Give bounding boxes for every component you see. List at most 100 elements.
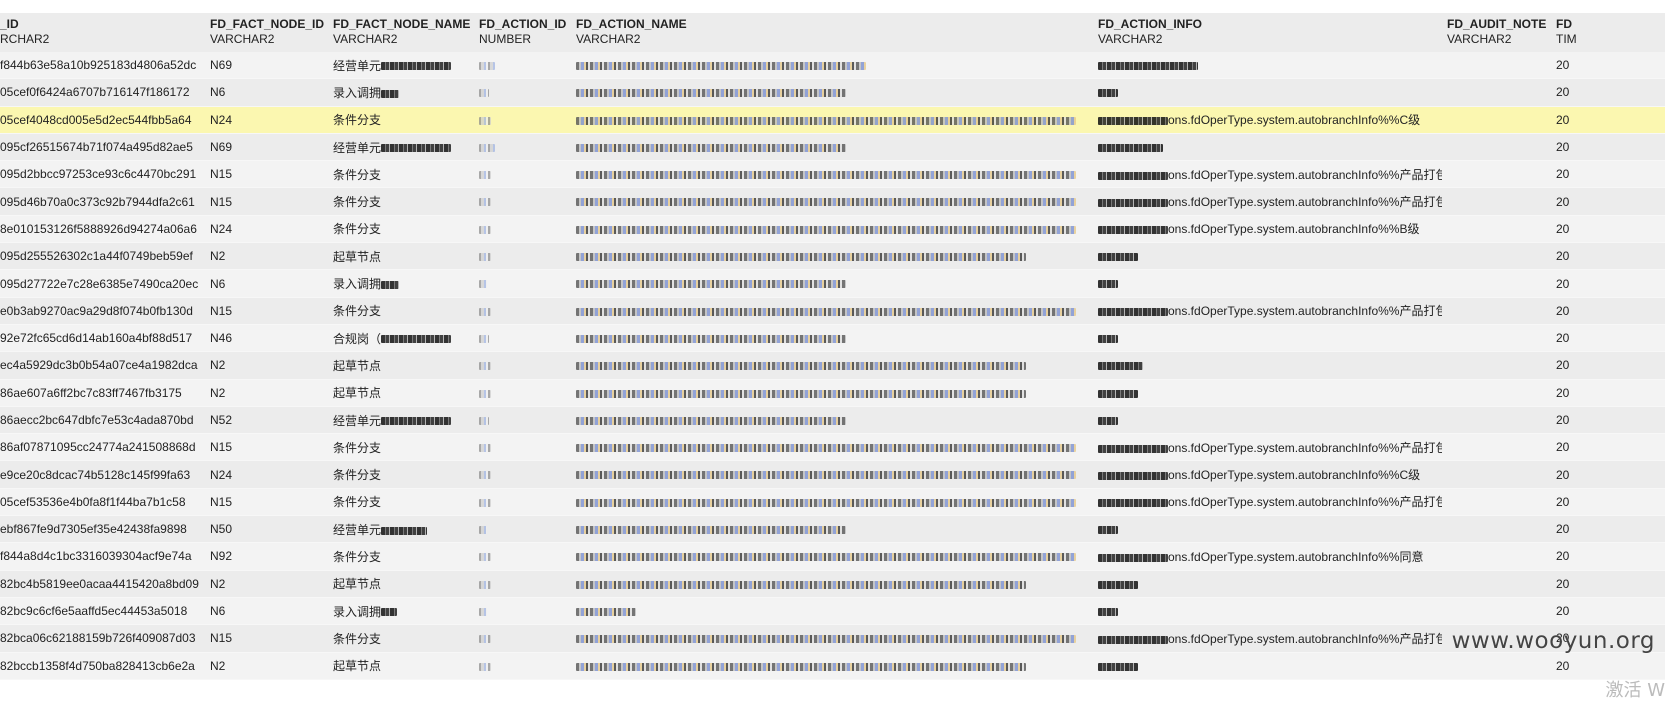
- cell-fact-node-name: 条件分支: [328, 460, 474, 489]
- column-header-fact-node-id[interactable]: FD_FACT_NODE_ID VARCHAR2: [205, 13, 328, 52]
- redacted-content: [576, 526, 846, 535]
- cell-fact-node-id: N15: [205, 160, 328, 189]
- cell-time: 20: [1551, 297, 1665, 325]
- cell-time: 20: [1551, 597, 1665, 626]
- column-header-fact-node-name[interactable]: FD_FACT_NODE_NAME VARCHAR2: [328, 13, 474, 52]
- cell-action-info-text: ons.fdOperType.system.autobranchInfo%%C级: [1168, 113, 1421, 128]
- redacted-content: [576, 143, 846, 152]
- cell-id-text: 86aecc2bc647dbfc7e53c4ada870bd: [0, 413, 194, 427]
- cell-time-text: 20: [1556, 358, 1570, 373]
- redacted-content: [381, 526, 428, 535]
- cell-fact-node-id-text: N2: [210, 658, 226, 673]
- cell-fact-node-name-text: 录入调拥: [333, 277, 382, 292]
- cell-id: 095d46b70a0c373c92b7944dfa2c61: [0, 187, 205, 216]
- cell-id-text: 8e010153126f5888926d94274a06a6: [0, 221, 197, 236]
- redacted-content: [1098, 553, 1168, 562]
- cell-fact-node-id: N92: [205, 542, 328, 571]
- cell-fact-node-name: 起草节点: [328, 570, 474, 598]
- table-row[interactable]: f844b63e58a10b925183d4806a52dc N69 经营单元 20: [0, 52, 1665, 80]
- cell-fact-node-name-text: 经营单元: [333, 140, 382, 155]
- table-row[interactable]: 095cf26515674b71f074a495d82ae5 N69 经营单元 20: [0, 133, 1665, 162]
- cell-fact-node-id: N52: [205, 406, 328, 435]
- column-header-action-name[interactable]: FD_ACTION_NAME VARCHAR2: [571, 13, 1093, 52]
- table-row[interactable]: ebf867fe9d7305ef35e42438fa9898 N50 经营单元 20: [0, 515, 1665, 544]
- cell-audit-note: [1442, 515, 1551, 544]
- redacted-content: [1098, 389, 1138, 398]
- cell-time-text: 20: [1556, 440, 1570, 455]
- redacted-content: [1098, 416, 1118, 425]
- redacted-content: [1098, 280, 1118, 289]
- cell-action-id: [474, 242, 571, 271]
- table-row[interactable]: 095d27722e7c28e6385e7490ca20ec N6 录入调拥 20: [0, 269, 1665, 298]
- cell-fact-node-name: 录入调拥: [328, 597, 474, 626]
- column-header-action-id[interactable]: FD_ACTION_ID NUMBER: [474, 13, 571, 52]
- table-row[interactable]: 8e010153126f5888926d94274a06a6 N24 条件分支 ons…: [0, 215, 1665, 244]
- column-header-audit-note[interactable]: FD_AUDIT_NOTE VARCHAR2: [1442, 13, 1551, 52]
- cell-action-info-text: ons.fdOperType.system.autobranchInfo%%产品…: [1168, 495, 1442, 510]
- cell-fact-node-id: N24: [205, 215, 328, 244]
- cell-fact-node-id-text: N24: [210, 112, 233, 127]
- cell-fact-node-name-text: 起草节点: [333, 249, 382, 264]
- cell-action-info: ons.fdOperType.system.autobranchInfo%%产品…: [1093, 624, 1442, 653]
- cell-fact-node-name: 条件分支: [328, 297, 474, 325]
- table-row[interactable]: 82bca06c62188159b726f409087d03 N15 条件分支 ons…: [0, 624, 1665, 653]
- cell-id-text: 05cef0f6424a6707b716147f186172: [0, 85, 190, 100]
- cell-action-info: ons.fdOperType.system.autobranchInfo%%同意: [1093, 542, 1442, 571]
- cell-fact-node-id-text: N69: [210, 140, 233, 155]
- table-row[interactable]: 86ae607a6ff2bc7c83ff7467fb3175 N2 起草节点 20: [0, 379, 1665, 407]
- table-row[interactable]: e9ce20c8dcac74b5128c145f99fa63 N24 条件分支 ons…: [0, 460, 1665, 489]
- cell-id-text: 86af07871095cc24774a241508868d: [0, 440, 196, 455]
- cell-fact-node-id-text: N52: [210, 413, 233, 427]
- redacted-content: [1098, 308, 1168, 317]
- cell-time: 20: [1551, 433, 1665, 462]
- cell-action-info: [1093, 515, 1442, 544]
- cell-audit-note: [1442, 406, 1551, 435]
- redacted-content: [576, 471, 1076, 480]
- table-row[interactable]: 92e72fc65cd6d14ab160a4bf88d517 N46 合规岗（ 20: [0, 324, 1665, 353]
- redacted-content: [576, 498, 1076, 507]
- cell-fact-node-id: N2: [205, 242, 328, 271]
- cell-time: 20: [1551, 379, 1665, 407]
- table-row[interactable]: ec4a5929dc3b0b54a07ce4a1982dca N2 起草节点 20: [0, 351, 1665, 380]
- table-row[interactable]: 82bc9c6cf6e5aaffd5ec44453a5018 N6 录入调拥 20: [0, 597, 1665, 626]
- cell-action-info: [1093, 242, 1442, 271]
- cell-time-text: 20: [1556, 331, 1570, 346]
- redacted-content: [479, 662, 491, 671]
- cell-action-info: ons.fdOperType.system.autobranchInfo%%产品…: [1093, 160, 1442, 189]
- redacted-content: [1098, 89, 1118, 98]
- table-row[interactable]: 095d46b70a0c373c92b7944dfa2c61 N15 条件分支 ons…: [0, 187, 1665, 216]
- redacted-content: [479, 416, 489, 425]
- cell-action-name: [571, 106, 1093, 134]
- table-row[interactable]: 095d255526302c1a44f0749beb59ef N2 起草节点 20: [0, 242, 1665, 271]
- cell-fact-node-name-text: 录入调拥: [333, 604, 382, 619]
- redacted-content: [479, 553, 491, 562]
- redacted-content: [479, 225, 491, 234]
- table-row[interactable]: 05cef4048cd005e5d2ec544fbb5a64 N24 条件分支 ons…: [0, 106, 1665, 134]
- column-header-id[interactable]: _ID RCHAR2: [0, 13, 205, 52]
- cell-audit-note: [1442, 324, 1551, 353]
- cell-action-name: [571, 488, 1093, 517]
- table-row[interactable]: 86aecc2bc647dbfc7e53c4ada870bd N52 经营单元 20: [0, 406, 1665, 435]
- table-row[interactable]: 095d2bbcc97253ce93c6c4470bc291 N15 条件分支 ons…: [0, 160, 1665, 189]
- cell-time: 20: [1551, 324, 1665, 353]
- table-row[interactable]: f844a8d4c1bc3316039304acf9e74a N92 条件分支 ons…: [0, 542, 1665, 571]
- cell-action-info: ons.fdOperType.system.autobranchInfo%%B级: [1093, 215, 1442, 244]
- redacted-content: [479, 171, 491, 180]
- redacted-content: [1098, 607, 1118, 616]
- table-row[interactable]: 86af07871095cc24774a241508868d N15 条件分支 ons…: [0, 433, 1665, 462]
- table-row[interactable]: 82bccb1358f4d750ba828413cb6e2a N2 起草节点 20: [0, 652, 1665, 680]
- table-row[interactable]: 82bc4b5819ee0acaa4415420a8bd09 N2 起草节点 20: [0, 570, 1665, 598]
- cell-fact-node-id: N6: [205, 269, 328, 298]
- table-row[interactable]: e0b3ab9270ac9a29d8f074b0fb130d N15 条件分支 ons…: [0, 297, 1665, 325]
- cell-fact-node-id-text: N15: [210, 167, 233, 182]
- cell-action-id: [474, 433, 571, 462]
- cell-time-text: 20: [1556, 249, 1570, 264]
- column-header-time[interactable]: FD TIM: [1551, 13, 1665, 52]
- table-row[interactable]: 05cef0f6424a6707b716147f186172 N6 录入调拥 20: [0, 78, 1665, 107]
- cell-action-id: [474, 488, 571, 517]
- table-row[interactable]: 05cef53536e4b0fa8f1f44ba7b1c58 N15 条件分支 ons…: [0, 488, 1665, 517]
- cell-fact-node-id-text: N15: [210, 494, 233, 509]
- column-header-action-info[interactable]: FD_ACTION_INFO VARCHAR2: [1093, 13, 1442, 52]
- cell-action-info: [1093, 78, 1442, 107]
- cell-action-id: [474, 133, 571, 162]
